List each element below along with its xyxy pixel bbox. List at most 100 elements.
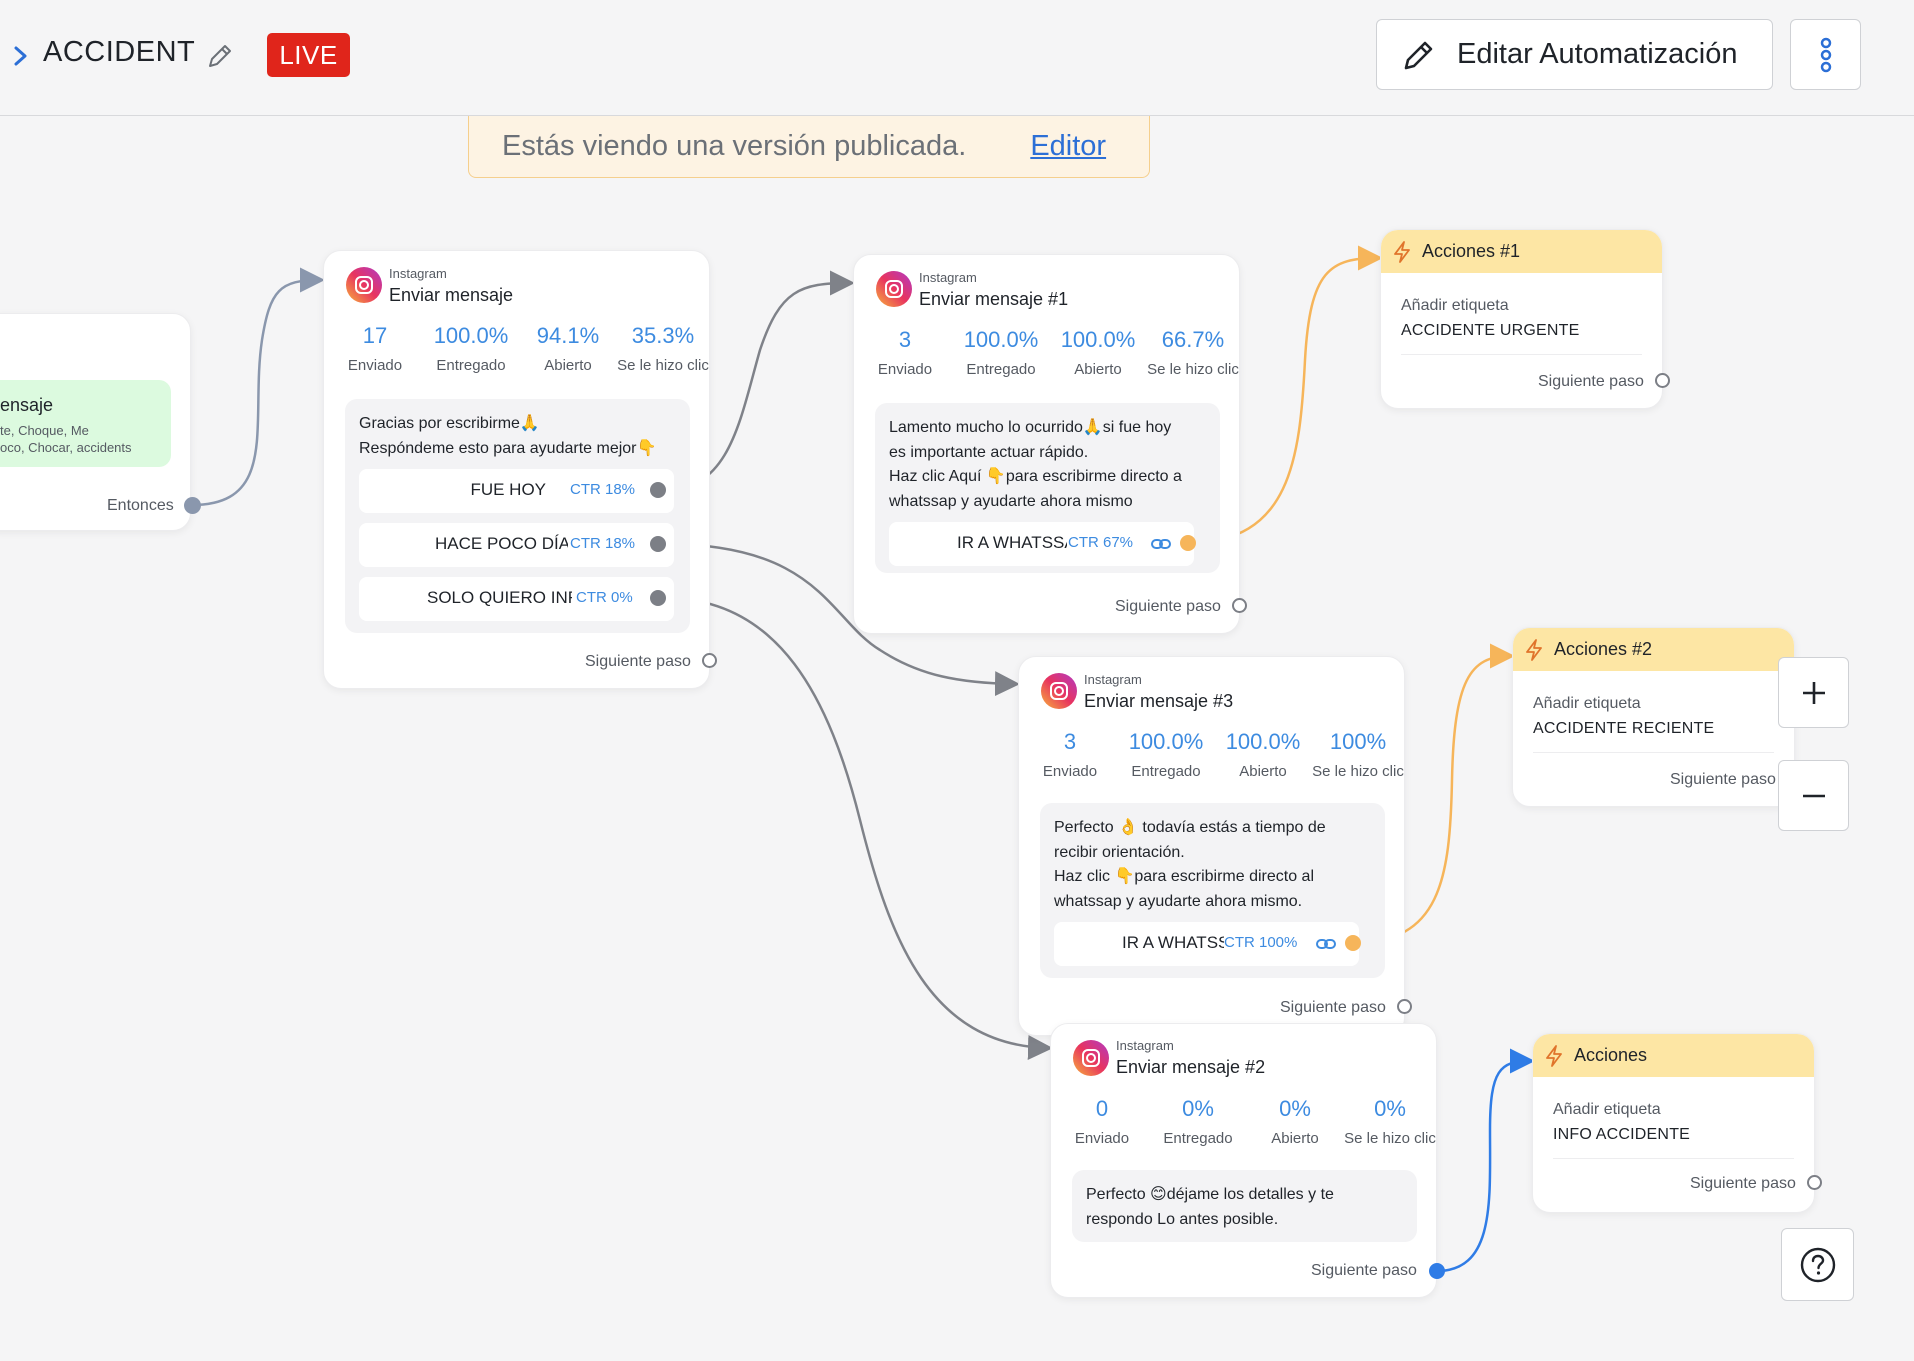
instagram-icon [1073, 1040, 1109, 1076]
platform-label: Instagram [1084, 672, 1142, 687]
connector-msg2-to-action3 [1436, 1048, 1535, 1273]
message-line: Lamento mucho lo ocurrido🙏si fue hoy [889, 419, 1172, 436]
message-line: whatssap y ayudarte ahora mismo [889, 492, 1133, 510]
stat-delivered: 0% Entregado [1163, 1096, 1233, 1147]
stat-clicked: 100% Se le hizo clic [1312, 729, 1404, 780]
lightning-bolt-icon [1394, 241, 1410, 263]
action-type-label: Añadir etiqueta [1553, 1101, 1661, 1118]
actions-title: Acciones #2 [1554, 639, 1653, 659]
action-type-label: Añadir etiqueta [1401, 297, 1509, 314]
message-line: Haz clic Aquí 👇para escribirme directo a [889, 468, 1182, 485]
plus-icon [1802, 681, 1825, 704]
stat-delivered: 100.0% Entregado [963, 327, 1039, 378]
quick-reply-button[interactable]: HACE POCO DÍAS CTR 18% [359, 523, 674, 567]
pencil-icon[interactable] [204, 40, 234, 72]
message-line: Gracias por escribirme🙏 [359, 415, 540, 432]
node-title: Enviar mensaje #3 [1084, 691, 1234, 711]
more-options-button[interactable] [1790, 19, 1861, 90]
button-output-handle[interactable] [1345, 935, 1361, 951]
trigger-keywords-box: ensaje te, Choque, Me oco, Chocar, accid… [0, 380, 171, 467]
help-button[interactable] [1781, 1228, 1854, 1301]
actions-title: Acciones #1 [1422, 241, 1521, 261]
actions-node[interactable]: Acciones Añadir etiqueta INFO ACCIDENTE … [1532, 1033, 1815, 1213]
stat-opened: 100.0% Abierto [1225, 729, 1301, 780]
send-message-node[interactable]: Instagram Enviar mensaje #2 0 Enviado 0% E… [1050, 1023, 1437, 1298]
banner-text: Estás viendo una versión publicada. [502, 130, 967, 162]
connector-trigger-to-msg [191, 267, 325, 507]
published-version-banner: Estás viendo una versión publicada. Edit… [468, 116, 1150, 178]
stat-sent: 3 Enviado [1042, 729, 1098, 780]
platform-label: Instagram [389, 266, 447, 281]
actions-node[interactable]: Acciones #1 Añadir etiqueta ACCIDENTE UR… [1380, 229, 1663, 409]
next-step-label: Siguiente paso [1538, 373, 1644, 390]
tag-value: ACCIDENTE RECIENTE [1533, 720, 1715, 737]
trigger-output-handle[interactable] [184, 497, 201, 514]
trigger-next-label: Entonces [107, 497, 174, 514]
ctr-value: CTR 67% [1068, 534, 1134, 551]
edit-automation-button[interactable]: Editar Automatización [1376, 19, 1773, 90]
stat-clicked: 66.7% Se le hizo clic [1147, 327, 1239, 378]
zoom-in-button[interactable] [1778, 657, 1849, 728]
url-button[interactable]: IR A WHATSSAP CTR 100% [1054, 922, 1359, 966]
button-output-handle[interactable] [1180, 535, 1196, 551]
instagram-icon [1041, 673, 1077, 709]
automation-title: ACCIDENT [43, 36, 196, 68]
node-title: Enviar mensaje [389, 285, 514, 305]
ctr-value: CTR 18% [570, 481, 636, 498]
next-step-handle[interactable] [1655, 373, 1670, 388]
ctr-value: CTR 0% [576, 589, 633, 606]
quick-reply-button[interactable]: FUE HOY CTR 18% [359, 469, 674, 513]
next-step-label: Siguiente paso [1311, 1262, 1417, 1279]
action-type-label: Añadir etiqueta [1533, 695, 1641, 712]
url-button[interactable]: IR A WHATSSAP CTR 67% [889, 522, 1194, 566]
connector-soloinfo-to-msg2 [664, 596, 1053, 1060]
stat-clicked: 0% Se le hizo clic [1344, 1096, 1436, 1147]
next-step-label: Siguiente paso [1280, 999, 1386, 1016]
message-line: Perfecto 😊déjame los detalles y te [1086, 1186, 1334, 1203]
button-output-handle[interactable] [650, 536, 666, 552]
next-step-handle[interactable] [1807, 1175, 1822, 1190]
stat-sent: 3 Enviado [877, 327, 933, 378]
lightning-bolt-icon [1526, 639, 1542, 661]
message-line: Respóndeme esto para ayudarte mejor👇 [359, 439, 657, 457]
pencil-icon [1404, 41, 1433, 69]
top-bar: ACCIDENT LIVE Editar Automatización [0, 0, 1914, 116]
next-step-label: Siguiente paso [1115, 598, 1221, 615]
trigger-title: ensaje [0, 395, 54, 415]
message-line: Perfecto 👌 todavía estás a tiempo de [1054, 819, 1326, 836]
next-step-label: Siguiente paso [1690, 1175, 1796, 1192]
stat-delivered: 100.0% Entregado [1128, 729, 1204, 780]
actions-title: Acciones [1574, 1045, 1648, 1065]
send-message-node[interactable]: Instagram Enviar mensaje #1 3 Enviado 100… [853, 254, 1240, 634]
next-step-handle[interactable] [1429, 1263, 1445, 1279]
stat-opened: 94.1% Abierto [536, 323, 600, 374]
link-icon [1151, 539, 1171, 549]
tag-value: INFO ACCIDENTE [1553, 1126, 1691, 1143]
url-button-label: IR A WHATSSAP [957, 533, 1067, 552]
chevron-right-icon[interactable] [10, 40, 32, 72]
minus-icon [1802, 794, 1825, 797]
button-output-handle[interactable] [650, 590, 666, 606]
editor-link[interactable]: Editor [1030, 130, 1106, 163]
link-icon [1316, 939, 1336, 949]
next-step-label: Siguiente paso [1670, 771, 1776, 788]
next-step-label: Siguiente paso [585, 653, 691, 670]
zoom-out-button[interactable] [1778, 760, 1849, 831]
send-message-node[interactable]: Instagram Enviar mensaje #3 3 Enviado 100… [1018, 656, 1405, 1036]
next-step-handle[interactable] [1232, 598, 1247, 613]
platform-label: Instagram [919, 270, 977, 285]
ctr-value: CTR 18% [570, 535, 636, 552]
actions-node[interactable]: Acciones #2 Añadir etiqueta ACCIDENTE RE… [1512, 627, 1795, 807]
quick-reply-label: SOLO QUIERO INFO [427, 588, 572, 607]
instagram-icon [876, 271, 912, 307]
divider [1401, 354, 1642, 355]
node-title: Enviar mensaje #2 [1116, 1057, 1266, 1077]
url-button-label: IR A WHATSSAP [1122, 933, 1224, 952]
quick-reply-button[interactable]: SOLO QUIERO INFO CTR 0% [359, 577, 674, 621]
stat-sent: 0 Enviado [1074, 1096, 1130, 1147]
next-step-handle[interactable] [702, 653, 717, 668]
next-step-handle[interactable] [1397, 999, 1412, 1014]
button-output-handle[interactable] [650, 482, 666, 498]
divider [1553, 1158, 1794, 1159]
message-line: recibir orientación. [1054, 843, 1185, 861]
